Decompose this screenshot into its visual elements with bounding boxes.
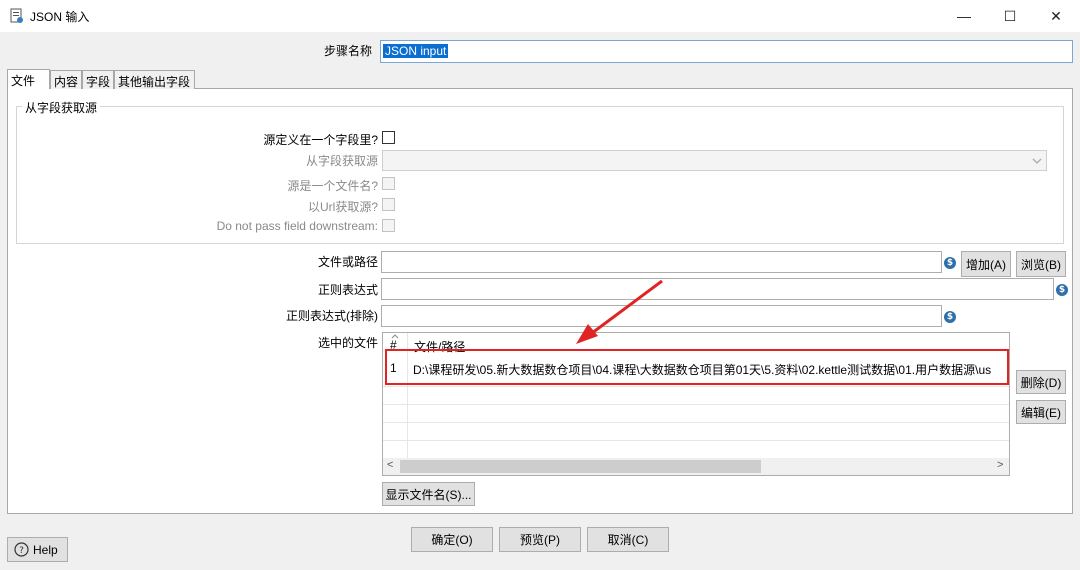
svg-text:?: ?: [19, 546, 24, 556]
arrow-annotation: [576, 279, 663, 344]
edit-button[interactable]: 编辑(E): [1016, 400, 1066, 424]
scrollbar-thumb[interactable]: [400, 460, 761, 473]
variable-icon: $: [944, 311, 956, 323]
browse-button[interactable]: 浏览(B): [1016, 251, 1066, 277]
close-button[interactable]: ✕: [1033, 0, 1079, 32]
title-bar: [0, 0, 1080, 32]
tab-fields[interactable]: 字段: [82, 70, 114, 89]
get-source-from-field-label: 从字段获取源: [305, 154, 378, 168]
read-source-as-url-label: 以Url获取源?: [307, 200, 378, 214]
help-label: Help: [33, 542, 58, 557]
sort-up-icon: [391, 334, 399, 339]
source-in-field-label: 源定义在一个字段里?: [263, 133, 378, 147]
tab-additional-output-fields[interactable]: 其他输出字段: [114, 70, 195, 89]
step-name-label: 步骤名称: [323, 44, 372, 58]
scroll-right-icon[interactable]: >: [997, 459, 1003, 471]
tab-file[interactable]: 文件: [7, 69, 50, 89]
variable-icon: $: [1056, 284, 1068, 296]
file-or-dir-label: 文件或路径: [317, 255, 378, 269]
help-button[interactable]: ? Help: [7, 537, 68, 562]
ok-button[interactable]: 确定(O): [411, 527, 493, 552]
scroll-left-icon[interactable]: <: [387, 459, 393, 471]
step-name-value: JSON input: [383, 44, 449, 58]
regex-label: 正则表达式: [317, 283, 378, 297]
show-filenames-button[interactable]: 显示文件名(S)...: [382, 482, 475, 506]
do-not-pass-field-checkbox[interactable]: [382, 219, 395, 232]
do-not-pass-field-label: Do not pass field downstream:: [216, 219, 378, 233]
minimize-button[interactable]: —: [941, 0, 987, 32]
file-or-dir-input[interactable]: [381, 251, 942, 273]
step-name-input[interactable]: JSON input: [380, 40, 1073, 63]
delete-button[interactable]: 删除(D): [1016, 370, 1066, 394]
group-title: 从字段获取源: [22, 99, 101, 116]
help-icon: ?: [14, 542, 29, 557]
regex-input[interactable]: [381, 278, 1054, 300]
read-source-as-url-checkbox[interactable]: [382, 198, 395, 211]
variable-icon: $: [944, 257, 956, 269]
window-title: JSON 输入: [30, 10, 90, 24]
get-source-from-field-select[interactable]: [382, 150, 1047, 171]
regex-exclude-label: 正则表达式(排除): [286, 309, 378, 323]
tab-content[interactable]: 内容: [50, 70, 82, 89]
source-is-filename-checkbox[interactable]: [382, 177, 395, 190]
preview-button[interactable]: 预览(P): [499, 527, 581, 552]
cancel-button[interactable]: 取消(C): [587, 527, 669, 552]
selected-files-label: 选中的文件: [317, 336, 378, 350]
source-is-filename-label: 源是一个文件名?: [287, 179, 378, 193]
source-in-field-checkbox[interactable]: [382, 131, 395, 144]
json-input-icon: [10, 8, 23, 23]
add-button[interactable]: 增加(A): [961, 251, 1011, 277]
highlight-box: [385, 349, 1009, 385]
maximize-button[interactable]: ☐: [987, 0, 1033, 32]
chevron-down-icon: [1032, 158, 1042, 164]
